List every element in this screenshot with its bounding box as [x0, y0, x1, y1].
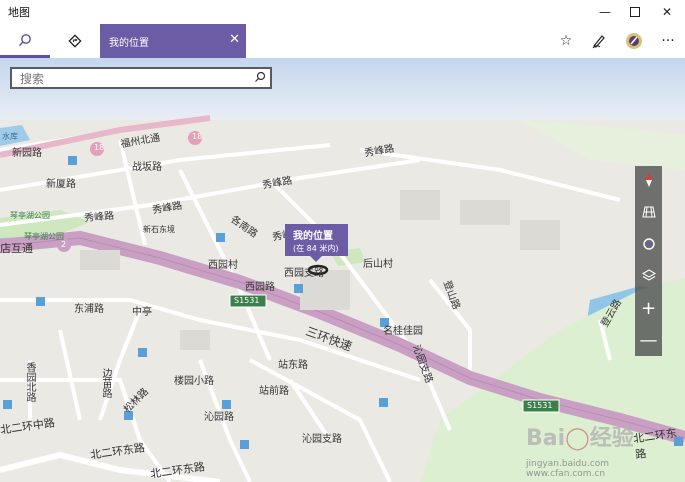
map-controls: + — [635, 166, 662, 356]
map-label: 秀峰路 [261, 175, 294, 192]
watermark-baidu: Bai◯经验 [526, 426, 634, 451]
map-label: 站东路 [278, 360, 308, 371]
map-label: 北二环东路 [632, 426, 678, 462]
callout-accuracy: (在 84 米内) [293, 244, 339, 253]
map-label: S1531 [234, 296, 260, 305]
maximize-button[interactable] [619, 0, 651, 24]
map-label: 站前路 [259, 386, 289, 397]
pen-icon [592, 35, 605, 49]
my-location-callout[interactable]: 我的位置 (在 84 米内) [285, 224, 348, 262]
star-icon: ☆ [559, 33, 573, 49]
map-label: 西园支路 [284, 268, 324, 279]
map-labels: 水库 福州北通 18 18 新园路 战坂路 新厦路 秀峰路 秀峰路 秀峰路 秀峰… [0, 58, 685, 482]
map-label: 登云路 [599, 297, 624, 330]
map-label: 登山路 [440, 279, 462, 312]
zoom-in-icon: + [640, 297, 657, 319]
profile-button[interactable] [620, 24, 648, 58]
window-title: 地图 [8, 6, 30, 19]
map-label: 边苗路 [100, 368, 111, 398]
close-icon: ✕ [661, 5, 673, 19]
map-label: 北二环东路 [149, 460, 206, 481]
map-label: 新园路 [12, 148, 42, 159]
map-label: 中亭 [132, 307, 152, 318]
directions-icon [68, 34, 82, 48]
map-label: 东浦路 [74, 304, 104, 315]
map-label: 秀峰路 [151, 200, 184, 217]
compass-button[interactable] [635, 166, 662, 194]
zoom-out-icon: — [639, 329, 658, 351]
tilt-icon [641, 206, 656, 218]
zoom-out-button[interactable]: — [635, 326, 662, 354]
map-label: 名桂佳园 [383, 326, 423, 337]
map-label: 香园北路 [24, 362, 35, 402]
tab-my-location[interactable]: 我的位置 ✕ [100, 24, 246, 58]
locate-icon [642, 238, 655, 250]
map-label: 西园村 [208, 260, 238, 271]
map-label: 三环快速 [303, 324, 354, 354]
layers-button[interactable] [635, 262, 662, 290]
map-label: 新石东境 [143, 225, 175, 234]
zoom-in-button[interactable]: + [635, 294, 662, 322]
map-label: 琴亭湖公园 [10, 211, 50, 220]
map-label: 沁园支路 [302, 434, 342, 445]
map-label: 各南路 [228, 214, 260, 241]
search-icon [19, 33, 31, 46]
map-label: 松林路 [121, 386, 151, 416]
maximize-icon [630, 7, 640, 17]
map-label: 水库 [2, 132, 18, 141]
toolbar: 我的位置 ✕ [0, 24, 685, 59]
minimize-button[interactable]: — [589, 0, 621, 24]
tab-my-location-label: 我的位置 [109, 37, 149, 49]
tab-search[interactable] [0, 24, 50, 58]
map-label: 新厦路 [46, 179, 76, 190]
map-label: 沁园路 [204, 412, 234, 423]
map-label: 北二环中路 [0, 416, 56, 437]
map-label: 18 [94, 143, 105, 152]
map-label: 后山村 [363, 259, 393, 270]
map-label: 战坂路 [132, 162, 162, 173]
callout-title: 我的位置 [293, 231, 333, 242]
map-label: 店互通 [0, 242, 33, 255]
map-label: 秀峰路 [83, 210, 115, 225]
map-label: 福州北通 [119, 132, 161, 151]
map-label: S1531 [527, 401, 553, 410]
more-icon: ··· [661, 33, 675, 49]
map-canvas[interactable]: 水库 福州北通 18 18 新园路 战坂路 新厦路 秀峰路 秀峰路 秀峰路 秀峰… [0, 58, 685, 482]
locate-button[interactable] [635, 230, 662, 258]
map-label: 北二环东路 [89, 441, 146, 462]
layers-icon [641, 269, 656, 281]
search-input[interactable] [18, 70, 250, 88]
tilt-button[interactable] [635, 198, 662, 226]
close-tab-icon[interactable]: ✕ [229, 32, 240, 47]
search-icon[interactable] [254, 71, 266, 83]
more-button[interactable]: ··· [654, 24, 682, 58]
map-label: 18 [192, 132, 203, 141]
watermark-url: jingyan.baidu.com www.cfan.com.cn [526, 459, 610, 479]
title-bar: 地图 — ✕ [0, 0, 685, 24]
compass-icon [645, 173, 652, 187]
map-label: 2 [61, 240, 67, 249]
close-window-button[interactable]: ✕ [651, 0, 683, 24]
map-label: 秀峰路 [363, 143, 396, 160]
map-label: 西园路 [245, 282, 275, 293]
map-label: 楼园小路 [174, 376, 214, 387]
map-label: 沁园支路 [410, 343, 435, 385]
avatar-icon [626, 33, 642, 49]
minimize-icon: — [599, 5, 611, 19]
ink-button[interactable] [585, 24, 613, 58]
favorites-button[interactable]: ☆ [552, 24, 580, 58]
tab-directions[interactable] [50, 24, 100, 58]
search-box[interactable] [10, 67, 272, 89]
